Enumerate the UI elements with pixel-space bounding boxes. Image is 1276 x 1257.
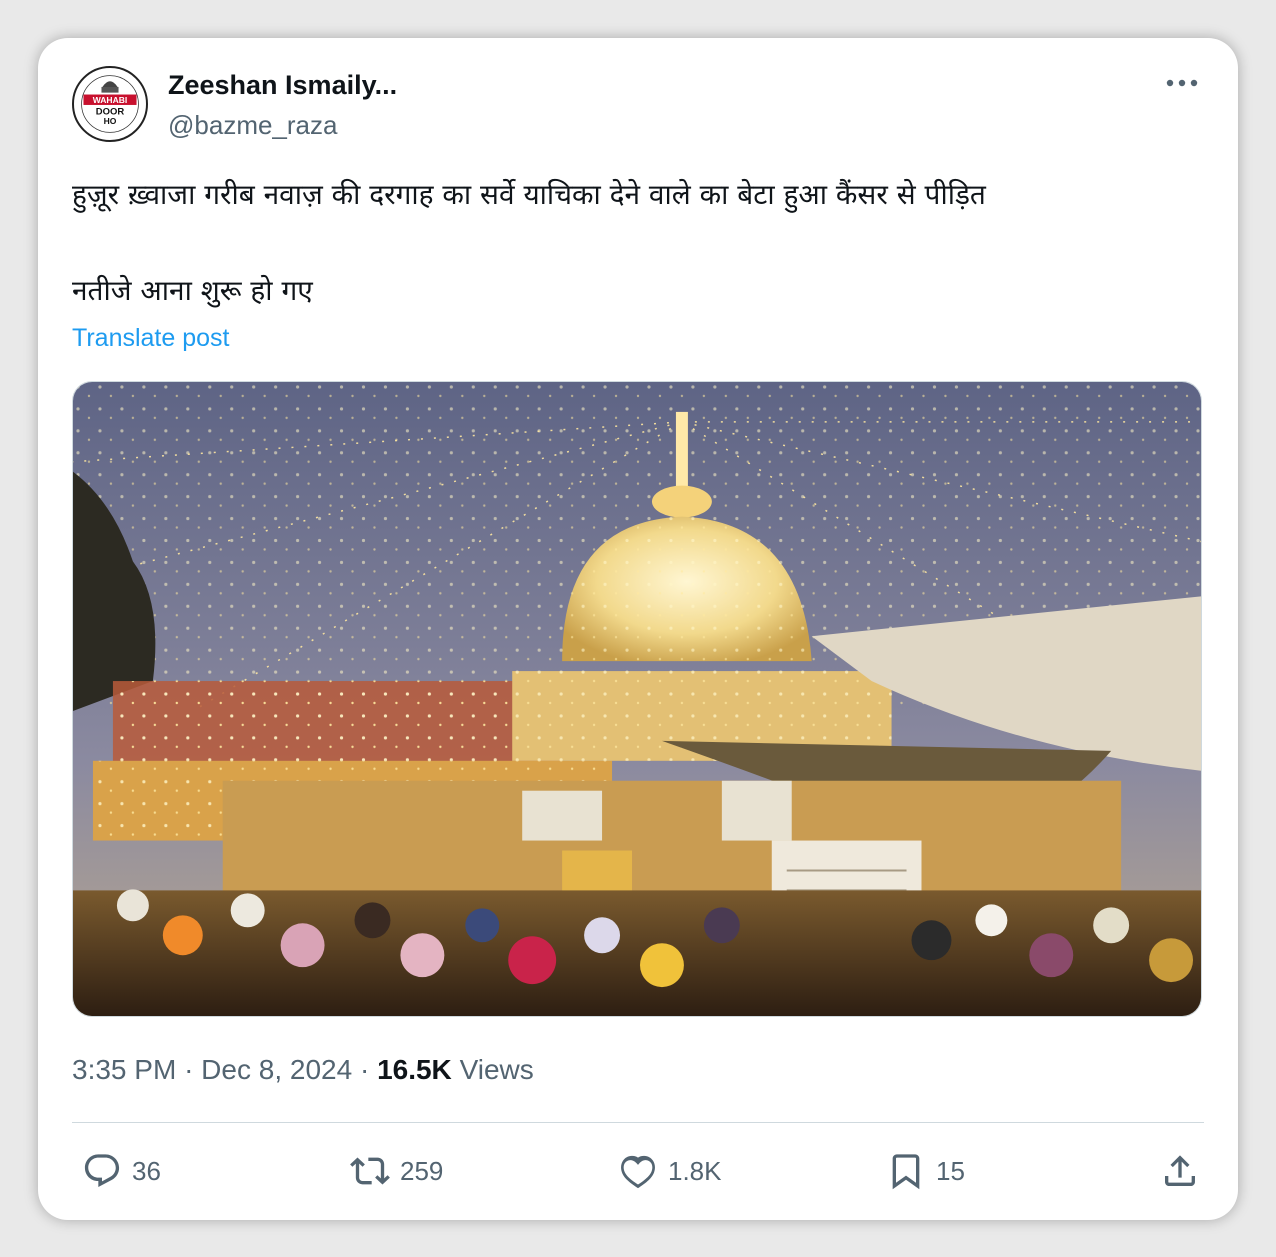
repost-icon — [350, 1157, 390, 1185]
divider — [72, 1122, 1204, 1123]
more-button[interactable] — [1162, 68, 1202, 98]
meta-separator-1: · — [184, 1054, 194, 1085]
user-handle[interactable]: @bazme_raza — [168, 110, 337, 141]
views-count: 16.5K — [377, 1054, 452, 1085]
more-icon — [1166, 79, 1198, 87]
translate-post-link[interactable]: Translate post — [72, 324, 229, 353]
reply-icon — [84, 1154, 120, 1187]
post-image[interactable] — [72, 381, 1202, 1017]
post-text-line-1: हुज़ूर ख़्वाजा गरीब नवाज़ की दरगाह का सर… — [72, 178, 986, 211]
like-button[interactable]: 1.8K — [618, 1146, 722, 1196]
post-text: हुज़ूर ख़्वाजा गरीब नवाज़ की दरगाह का सर… — [72, 176, 1198, 310]
like-count: 1.8K — [668, 1155, 722, 1186]
post-card: WAHABI DOOR HO Zeeshan Ismaily... @bazme… — [38, 38, 1238, 1220]
avatar-logo: WAHABI DOOR HO — [75, 69, 145, 139]
repost-count: 259 — [400, 1155, 444, 1186]
reply-count: 36 — [132, 1155, 161, 1186]
post-text-line-2: नतीजे आना शुरू हो गए — [72, 274, 313, 307]
bookmark-button[interactable]: 15 — [886, 1146, 965, 1196]
avatar[interactable]: WAHABI DOOR HO — [72, 66, 148, 142]
avatar-badge-text-1: WAHABI — [93, 95, 128, 105]
views-label: Views — [459, 1054, 534, 1085]
action-bar: 36 259 1.8K 15 — [72, 1146, 1204, 1196]
share-button[interactable] — [1160, 1146, 1200, 1196]
avatar-badge-text-3: HO — [104, 116, 117, 126]
shrine-photo — [73, 382, 1201, 1016]
post-date[interactable]: Dec 8, 2024 — [201, 1054, 352, 1085]
heart-icon — [621, 1155, 655, 1189]
bookmark-count: 15 — [936, 1155, 965, 1186]
repost-button[interactable]: 259 — [350, 1146, 443, 1196]
share-icon — [1165, 1155, 1195, 1186]
reply-button[interactable]: 36 — [82, 1146, 161, 1196]
post-meta: 3:35 PM · Dec 8, 2024 · 16.5K Views — [72, 1054, 534, 1086]
bookmark-icon — [892, 1154, 920, 1190]
display-name[interactable]: Zeeshan Ismaily... — [168, 70, 397, 101]
meta-separator-2: · — [359, 1054, 370, 1085]
post-time[interactable]: 3:35 PM — [72, 1054, 176, 1085]
